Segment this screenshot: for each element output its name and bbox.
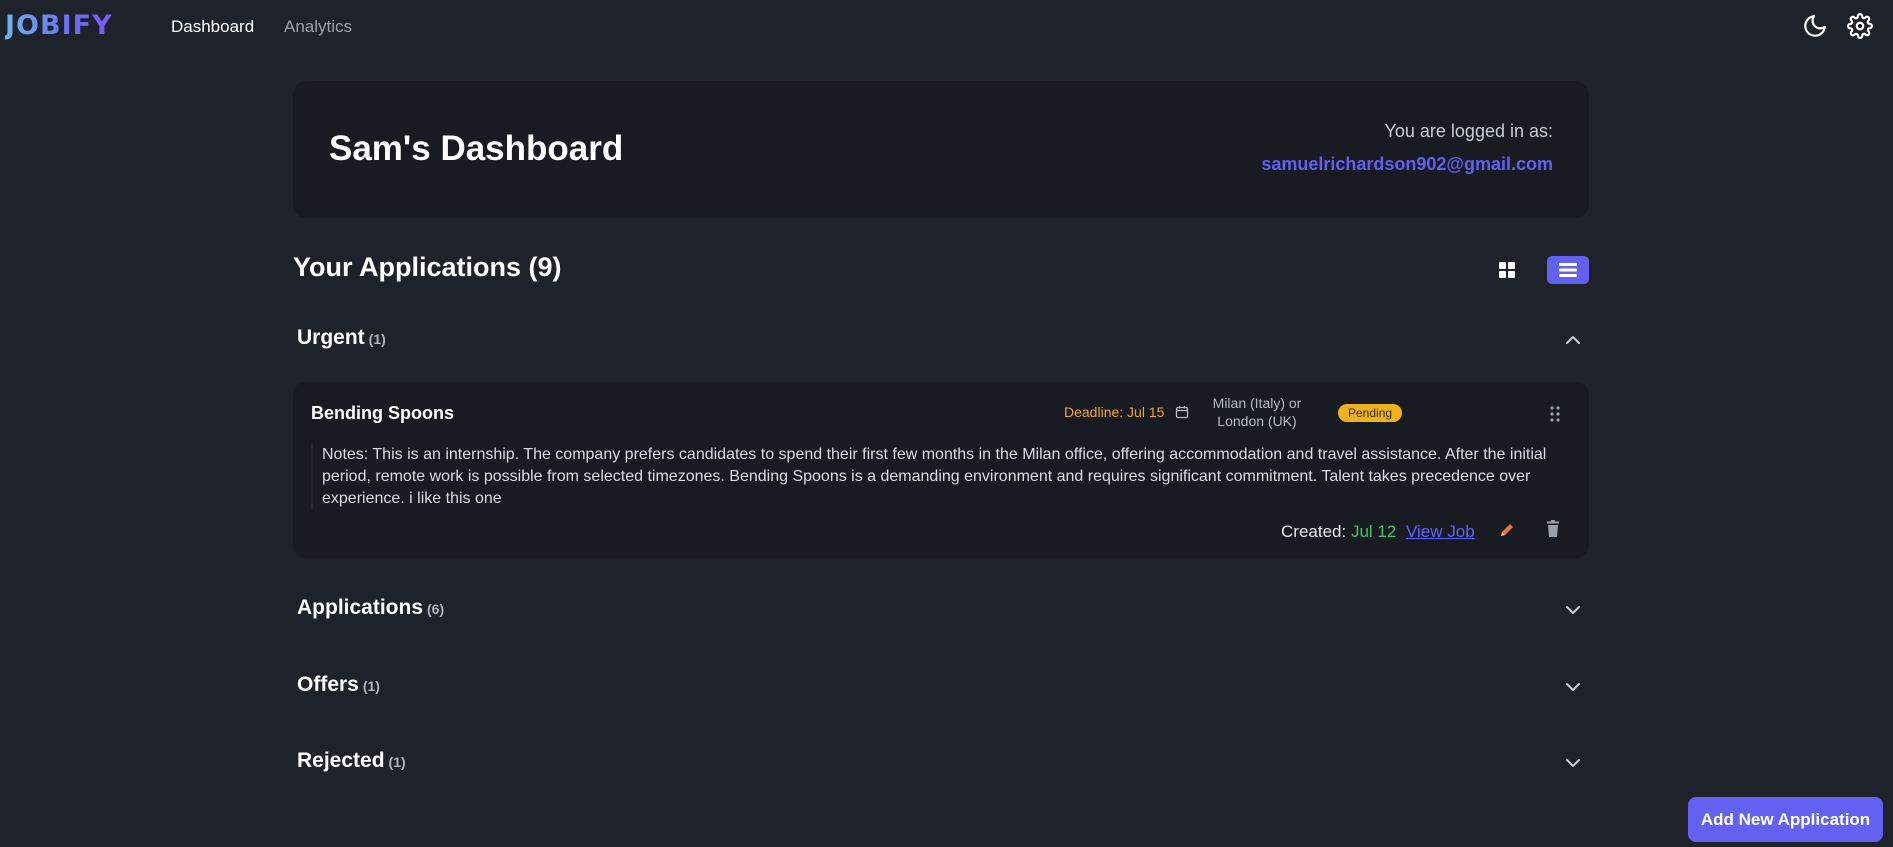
nav-dashboard[interactable]: Dashboard	[171, 17, 254, 37]
section-count: (1)	[362, 678, 380, 694]
drag-handle-icon[interactable]	[1548, 405, 1562, 423]
chevron-up-icon	[1566, 336, 1580, 344]
calendar-icon[interactable]	[1175, 405, 1189, 419]
location-line: Milan (Italy) or	[1212, 395, 1302, 411]
section-title: Offers (1)	[297, 673, 380, 697]
application-card[interactable]: Bending Spoons Deadline: Jul 15 Milan (I…	[293, 382, 1589, 558]
section-title-label: Urgent	[297, 326, 365, 349]
applications-heading: Your Applications (9)	[293, 252, 562, 282]
section-title: Urgent (1)	[297, 326, 386, 350]
pencil-icon[interactable]	[1498, 521, 1516, 539]
application-notes: Notes: This is an internship. The compan…	[311, 444, 1569, 510]
section-title: Applications (6)	[297, 596, 444, 620]
company-name: Bending Spoons	[311, 403, 454, 423]
created-label: Created:	[1281, 522, 1347, 541]
location-line: London (UK)	[1217, 413, 1297, 429]
section-count: (1)	[368, 331, 386, 347]
job-location: Milan (Italy) or London (UK)	[1193, 394, 1321, 430]
section-urgent-toggle[interactable]: Urgent (1)	[297, 326, 1589, 356]
add-new-application-button[interactable]: Add New Application	[1688, 797, 1883, 842]
view-job-link[interactable]: View Job	[1406, 522, 1475, 542]
logged-in-label: You are logged in as:	[1384, 121, 1553, 141]
chevron-down-icon	[1566, 683, 1580, 691]
jobify-logo[interactable]: JOBIFY	[5, 10, 113, 41]
gear-icon[interactable]	[1847, 13, 1873, 39]
user-email: samuelrichardson902@gmail.com	[1261, 154, 1553, 174]
grid-icon	[1499, 262, 1515, 278]
section-offers-toggle[interactable]: Offers (1)	[297, 673, 1589, 703]
deadline-label: Deadline: Jul 15	[1064, 404, 1165, 420]
created-date: Jul 12	[1350, 522, 1397, 541]
page-title: Sam's Dashboard	[329, 129, 624, 168]
top-nav: JOBIFY Dashboard Analytics	[0, 0, 1893, 52]
section-rejected-toggle[interactable]: Rejected (1)	[297, 749, 1589, 779]
trash-icon[interactable]	[1545, 520, 1561, 538]
moon-icon[interactable]	[1802, 13, 1828, 39]
grid-view-button[interactable]	[1486, 256, 1528, 284]
section-title-label: Offers	[297, 673, 359, 696]
chevron-down-icon	[1566, 759, 1580, 767]
nav-analytics[interactable]: Analytics	[284, 17, 352, 37]
section-title: Rejected (1)	[297, 749, 406, 773]
list-icon	[1559, 263, 1577, 277]
section-count: (1)	[388, 754, 406, 770]
created-info: Created: Jul 12	[1281, 522, 1396, 542]
section-title-label: Rejected	[297, 749, 385, 772]
chevron-down-icon	[1566, 606, 1580, 614]
section-title-label: Applications	[297, 596, 424, 619]
status-badge[interactable]: Pending	[1338, 404, 1403, 422]
dashboard-header-card: Sam's Dashboard You are logged in as: sa…	[293, 81, 1589, 218]
list-view-button[interactable]	[1547, 256, 1589, 284]
section-applications-toggle[interactable]: Applications (6)	[297, 596, 1589, 626]
section-count: (6)	[427, 601, 445, 617]
